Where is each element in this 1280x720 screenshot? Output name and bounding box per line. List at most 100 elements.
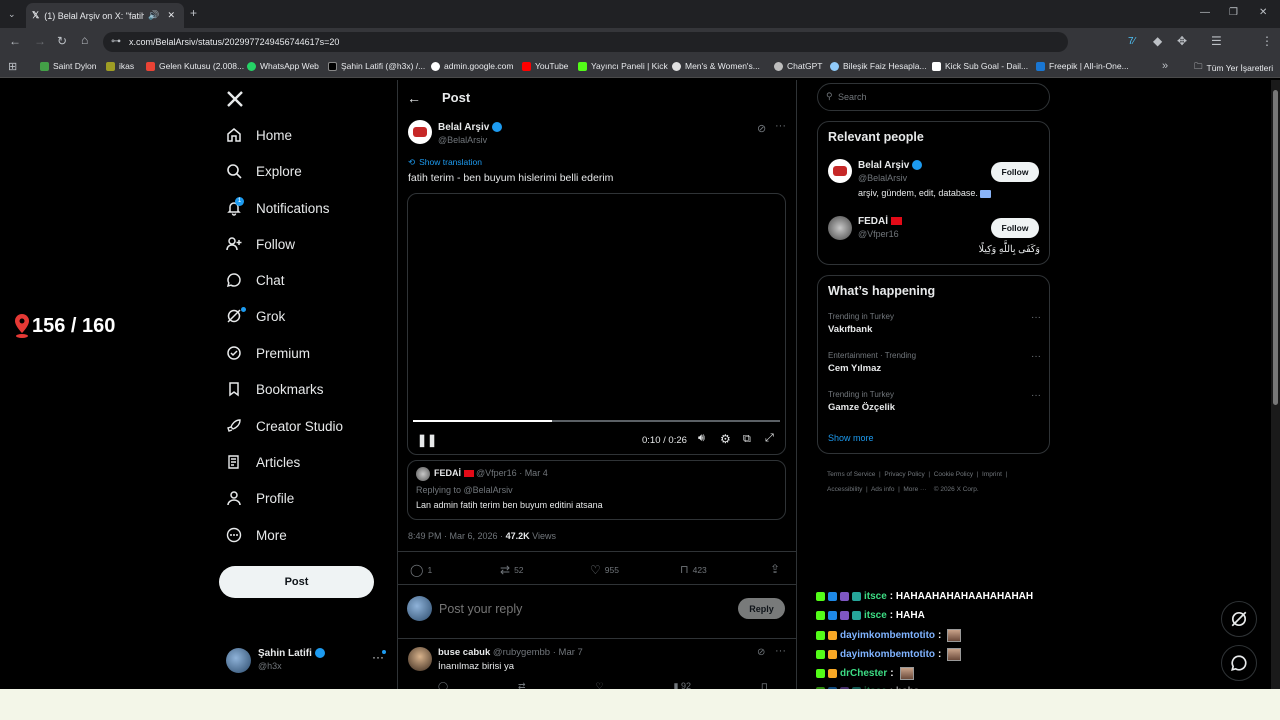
nav-articles[interactable]: Articles (226, 454, 300, 470)
bookmark-item[interactable]: admin.google.com (431, 61, 513, 71)
more-dots-icon[interactable]: ··· (775, 645, 786, 657)
nav-grok[interactable]: Grok (226, 308, 285, 324)
tweet-timestamp[interactable]: 8:49 PM · Mar 6, 2026 · (408, 531, 503, 541)
extension-icon[interactable]: ◆ (1153, 35, 1162, 47)
nav-creator-studio[interactable]: Creator Studio (226, 418, 343, 434)
forward-icon[interactable]: → (34, 35, 46, 47)
back-icon[interactable]: ← (9, 35, 21, 47)
nav-home[interactable]: Home (226, 127, 292, 143)
tab-search-icon[interactable]: ⌄ (8, 8, 16, 20)
nav-more[interactable]: More (226, 527, 287, 543)
video-player[interactable]: ❚❚ 0:10 / 0:26 🔊︎ ⚙ ⧉ ⤢ (407, 193, 786, 455)
person-name[interactable]: FEDAİ (858, 216, 888, 227)
more-dots-icon[interactable]: ··· (775, 120, 786, 132)
picture-in-picture-icon[interactable]: ⧉ (743, 433, 751, 446)
account-switcher[interactable]: Şahin Latifi @h3x ··· (226, 646, 386, 676)
scrollbar[interactable] (1271, 80, 1280, 690)
home-icon[interactable]: ⌂ (81, 34, 88, 46)
share-icon[interactable]: ⇪ (770, 562, 780, 576)
footer-link[interactable]: More ··· (903, 486, 926, 493)
extensions-puzzle-icon[interactable]: ✥ (1177, 35, 1187, 47)
compose-post-button[interactable]: Post (219, 566, 374, 598)
nav-premium[interactable]: Premium (226, 345, 310, 361)
nav-explore[interactable]: Explore (226, 163, 302, 179)
bookmark-item[interactable]: Şahin Latifi (@h3x) /... (328, 61, 425, 71)
reply-author[interactable]: buse cabuk (438, 647, 490, 658)
browser-tab[interactable]: 𝕏 (1) Belal Arşiv on X: "fatih te 🔊 ✕ (26, 3, 184, 28)
grok-floating-button[interactable] (1221, 601, 1257, 637)
footer-link[interactable]: Terms of Service (827, 471, 875, 478)
extension-icon[interactable]: 7⁄ (1128, 36, 1135, 48)
bookmark-item[interactable]: Men's & Women's... (672, 61, 760, 71)
bookmark-item[interactable]: Bileşik Faiz Hesapla... (830, 61, 927, 71)
reply-button[interactable]: Reply (738, 598, 785, 619)
reply-action[interactable]: ◯ 1 (410, 563, 432, 577)
reload-icon[interactable]: ↻ (57, 35, 67, 47)
video-progress-track[interactable] (413, 420, 780, 422)
follow-button[interactable]: Follow (991, 162, 1039, 182)
site-info-icon[interactable]: ⊶ (111, 36, 121, 47)
person-avatar[interactable] (828, 159, 852, 183)
bookmark-item[interactable]: YouTube (522, 61, 568, 71)
author-avatar[interactable] (408, 120, 432, 144)
bookmark-item[interactable]: Gelen Kutusu (2.008... (146, 61, 244, 71)
author-handle[interactable]: @BelalArsiv (438, 135, 487, 145)
show-more-link[interactable]: Show more (828, 433, 874, 443)
trend-item[interactable]: Trending in Turkey Vakıfbank ··· (828, 312, 1041, 344)
author-name[interactable]: Belal Arşiv (438, 122, 489, 133)
footer-link[interactable]: Cookie Policy (934, 471, 973, 478)
tab-close-icon[interactable]: ✕ (167, 10, 175, 21)
bookmark-item[interactable]: Kick Sub Goal - Dail... (932, 61, 1028, 71)
search-input[interactable]: ⚲ Search (817, 83, 1050, 111)
apps-grid-icon[interactable]: ⊞ (8, 61, 17, 73)
nav-chat[interactable]: Chat (226, 272, 285, 288)
footer-link[interactable]: Imprint (982, 471, 1002, 478)
quoted-reply-card[interactable]: FEDAİ @Vfper16 · Mar 4 Replying to @Bela… (407, 460, 786, 520)
bookmarks-overflow-icon[interactable]: » (1162, 60, 1168, 72)
more-dots-icon[interactable]: ··· (1031, 351, 1041, 362)
bookmark-item[interactable]: ikas (106, 61, 134, 71)
tab-audio-icon[interactable]: 🔊 (148, 10, 159, 21)
footer-link[interactable]: Accessibility (827, 486, 862, 493)
footer-link[interactable]: Privacy Policy (884, 471, 924, 478)
back-arrow-icon[interactable]: ← (407, 90, 421, 106)
reply-author-avatar[interactable] (408, 647, 432, 671)
pause-icon[interactable]: ❚❚ (417, 433, 437, 447)
show-translation-link[interactable]: ⟲ Show translation (408, 157, 482, 168)
bookmark-item[interactable]: Saint Dylon (40, 61, 96, 71)
repost-action[interactable]: ⇄ 52 (500, 563, 524, 577)
settings-gear-icon[interactable]: ⚙ (720, 432, 731, 446)
fullscreen-icon[interactable]: ⤢ (765, 432, 774, 445)
bookmark-item[interactable]: Freepik | All-in-One... (1036, 61, 1129, 71)
grok-analyze-icon[interactable]: ⊘ (757, 647, 765, 658)
window-close-icon[interactable]: ✕ (1259, 7, 1267, 19)
more-dots-icon[interactable]: ··· (1031, 312, 1041, 323)
restore-icon[interactable]: ❐ (1229, 7, 1238, 19)
bookmark-item[interactable]: WhatsApp Web (247, 61, 319, 71)
trend-item[interactable]: Trending in Turkey Gamze Özçelik ··· (828, 390, 1041, 422)
like-action[interactable]: ♡ 955 (590, 563, 619, 577)
all-bookmarks-folder[interactable]: 🗀 Tüm Yer İşaretleri (1194, 61, 1273, 75)
trend-item[interactable]: Entertainment · Trending Cem Yılmaz ··· (828, 351, 1041, 383)
follow-button[interactable]: Follow (991, 218, 1039, 238)
person-avatar[interactable] (828, 216, 852, 240)
bookmark-item[interactable]: Yayıncı Paneli | Kick (578, 61, 668, 71)
bookmark-item[interactable]: ChatGPT (774, 61, 822, 71)
menu-kebab-icon[interactable]: ⋮ (1261, 35, 1273, 47)
volume-icon[interactable]: 🔊︎ (698, 432, 705, 445)
grok-analyze-icon[interactable]: ⊘ (757, 122, 766, 135)
messages-floating-button[interactable] (1221, 645, 1257, 681)
address-bar[interactable]: ⊶ x.com/BelalArsiv/status/20299772494567… (103, 32, 1068, 52)
nav-bookmarks[interactable]: Bookmarks (226, 381, 324, 397)
reply-input[interactable] (439, 598, 719, 620)
reading-list-icon[interactable]: ☰ (1211, 35, 1222, 47)
minimize-icon[interactable]: — (1200, 7, 1210, 19)
x-logo-icon[interactable] (226, 90, 244, 108)
nav-profile[interactable]: Profile (226, 490, 294, 506)
nav-follow[interactable]: Follow (226, 236, 295, 252)
bookmark-action[interactable]: ⊓ 423 (680, 563, 707, 576)
person-name[interactable]: Belal Arşiv (858, 160, 909, 171)
more-dots-icon[interactable]: ··· (1031, 390, 1041, 401)
scrollbar-thumb[interactable] (1273, 90, 1278, 405)
new-tab-icon[interactable]: + (190, 7, 197, 19)
